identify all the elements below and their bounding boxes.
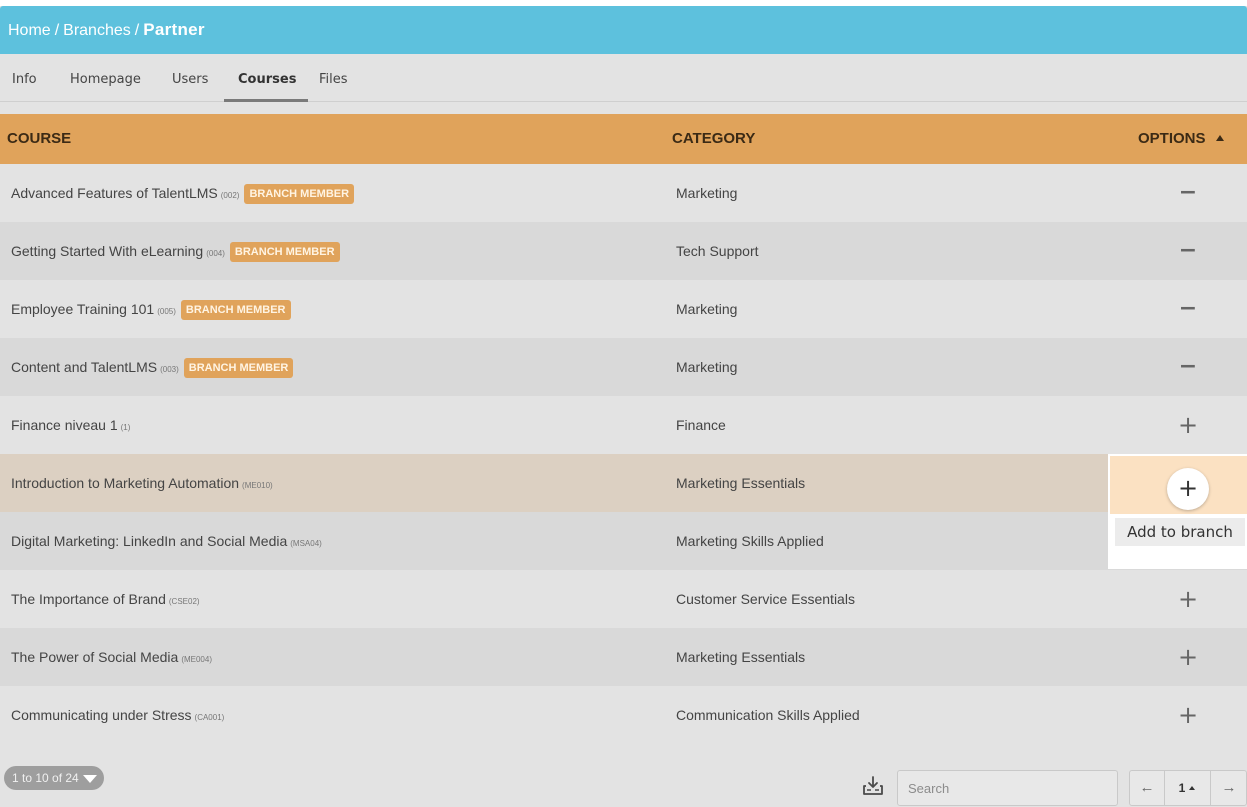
course-cell: Communicating under Stress (CA001)	[11, 686, 224, 747]
breadcrumb-home-link[interactable]: Home	[8, 22, 51, 39]
breadcrumb-branches-link[interactable]: Branches	[63, 22, 131, 39]
page-select[interactable]: 1	[1165, 771, 1209, 805]
pagination-info-label: 1 to 10 of 24	[12, 771, 79, 785]
course-name-link[interactable]: Content and TalentLMS	[11, 359, 157, 375]
course-code: (CA001)	[194, 713, 225, 722]
caret-down-icon	[82, 775, 97, 783]
table-row: Communicating under Stress (CA001) Commun…	[0, 686, 1247, 744]
category-cell: Customer Service Essentials	[676, 591, 855, 607]
category-cell: Marketing	[676, 301, 738, 317]
next-page-button[interactable]: →	[1210, 771, 1247, 805]
table-row: The Importance of Brand (CSE02) Customer …	[0, 570, 1247, 628]
branch-member-badge: BRANCH MEMBER	[183, 358, 294, 378]
column-header-course[interactable]: COURSE	[7, 114, 71, 164]
table-row: Getting Started With eLearning (004) BRANC…	[0, 222, 1247, 280]
category-cell: Marketing	[676, 359, 738, 375]
pagination-info-dropdown[interactable]: 1 to 10 of 24	[4, 766, 104, 790]
remove-from-branch-button[interactable]: −	[1168, 352, 1208, 382]
remove-from-branch-button[interactable]: −	[1168, 294, 1208, 324]
sort-caret-up-icon	[1215, 135, 1224, 141]
course-code: (ME010)	[242, 481, 273, 490]
current-page-label: 1	[1178, 781, 1186, 795]
course-name-link[interactable]: Advanced Features of TalentLMS	[11, 185, 218, 201]
tab-files[interactable]: Files	[319, 54, 348, 102]
table-row: Employee Training 101 (005) BRANCH MEMBER …	[0, 280, 1247, 338]
course-code: (003)	[160, 365, 179, 374]
remove-from-branch-button[interactable]: −	[1168, 178, 1208, 208]
course-cell: The Power of Social Media (ME004)	[11, 628, 212, 689]
course-name-link[interactable]: Getting Started With eLearning	[11, 243, 203, 259]
column-header-options-label: OPTIONS	[1138, 130, 1206, 147]
tooltip: Add to branch	[1115, 518, 1245, 546]
category-cell: Marketing	[676, 185, 738, 201]
active-tab-indicator	[224, 99, 308, 102]
course-name-link[interactable]: Introduction to Marketing Automation	[11, 475, 239, 491]
download-export-icon[interactable]	[861, 774, 885, 798]
tab-courses[interactable]: Courses	[238, 54, 296, 102]
pagination-controls: ← 1 →	[1129, 770, 1247, 806]
course-code: (005)	[157, 307, 176, 316]
add-to-branch-button-hovered[interactable]: +	[1167, 468, 1209, 510]
add-to-branch-button[interactable]: +	[1168, 700, 1208, 730]
course-name-link[interactable]: Digital Marketing: LinkedIn and Social M…	[11, 533, 287, 549]
category-cell: Marketing Skills Applied	[676, 533, 824, 549]
breadcrumb: Home / Branches / Partner	[0, 6, 1247, 54]
table-row: Finance niveau 1 (1) Finance +	[0, 396, 1247, 454]
category-cell: Tech Support	[676, 243, 759, 259]
course-cell: Content and TalentLMS (003) BRANCH MEMBER	[11, 338, 294, 399]
course-code: (1)	[120, 423, 131, 432]
add-to-branch-button[interactable]: +	[1168, 410, 1208, 440]
tab-users[interactable]: Users	[172, 54, 208, 102]
course-cell: Digital Marketing: LinkedIn and Social M…	[11, 512, 322, 573]
course-cell: Getting Started With eLearning (004) BRANC…	[11, 222, 340, 283]
branch-member-badge: BRANCH MEMBER	[229, 242, 340, 262]
course-cell: Advanced Features of TalentLMS (002) BRANC…	[11, 164, 355, 225]
course-cell: The Importance of Brand (CSE02)	[11, 570, 200, 631]
table-row: Digital Marketing: LinkedIn and Social M…	[0, 512, 1247, 570]
table-row: Content and TalentLMS (003) BRANCH MEMBER …	[0, 338, 1247, 396]
table-row: The Power of Social Media (ME004) Marketi…	[0, 628, 1247, 686]
branch-member-badge: BRANCH MEMBER	[180, 300, 291, 320]
course-code: (002)	[220, 191, 240, 200]
breadcrumb-current: Partner	[143, 20, 205, 39]
tab-info[interactable]: Info	[12, 54, 37, 102]
course-code: (004)	[206, 249, 225, 258]
course-name-link[interactable]: Communicating under Stress	[11, 707, 192, 723]
add-to-branch-button[interactable]: +	[1168, 642, 1208, 672]
tab-bar: Info Homepage Users Courses Files	[0, 54, 1247, 102]
course-code: (ME004)	[181, 655, 212, 664]
course-name-link[interactable]: The Importance of Brand	[11, 591, 166, 607]
table-header: COURSE CATEGORY OPTIONS	[0, 114, 1247, 164]
table-row-hovered: Introduction to Marketing Automation (ME0…	[0, 454, 1247, 512]
courses-panel: Home / Branches / Partner Info Homepage User…	[0, 6, 1247, 807]
table-footer: 1 to 10 of 24 ← 1 →	[0, 750, 1247, 807]
table-row: Advanced Features of TalentLMS (002) BRANC…	[0, 164, 1247, 222]
tab-homepage[interactable]: Homepage	[70, 54, 141, 102]
category-cell: Communication Skills Applied	[676, 707, 860, 723]
remove-from-branch-button[interactable]: −	[1168, 236, 1208, 266]
column-header-category[interactable]: CATEGORY	[672, 114, 755, 164]
category-cell: Marketing Essentials	[676, 475, 806, 491]
course-cell: Introduction to Marketing Automation (ME0…	[11, 454, 273, 515]
add-to-branch-button[interactable]: +	[1168, 584, 1208, 614]
search-input[interactable]	[897, 770, 1118, 806]
column-header-options[interactable]: OPTIONS	[1138, 114, 1224, 164]
course-cell: Finance niveau 1 (1)	[11, 396, 130, 457]
prev-page-button[interactable]: ←	[1130, 771, 1165, 805]
course-code: (CSE02)	[168, 597, 200, 606]
course-name-link[interactable]: The Power of Social Media	[11, 649, 178, 665]
course-name-link[interactable]: Employee Training 101	[11, 301, 154, 317]
branch-member-badge: BRANCH MEMBER	[244, 184, 355, 204]
caret-up-icon	[1189, 786, 1196, 790]
course-name-link[interactable]: Finance niveau 1	[11, 417, 118, 433]
course-code: (MSA04)	[290, 539, 322, 548]
category-cell: Marketing Essentials	[676, 649, 806, 665]
breadcrumb-separator: /	[54, 22, 60, 39]
course-cell: Employee Training 101 (005) BRANCH MEMBER	[11, 280, 291, 341]
category-cell: Finance	[676, 417, 726, 433]
breadcrumb-separator: /	[134, 22, 140, 39]
